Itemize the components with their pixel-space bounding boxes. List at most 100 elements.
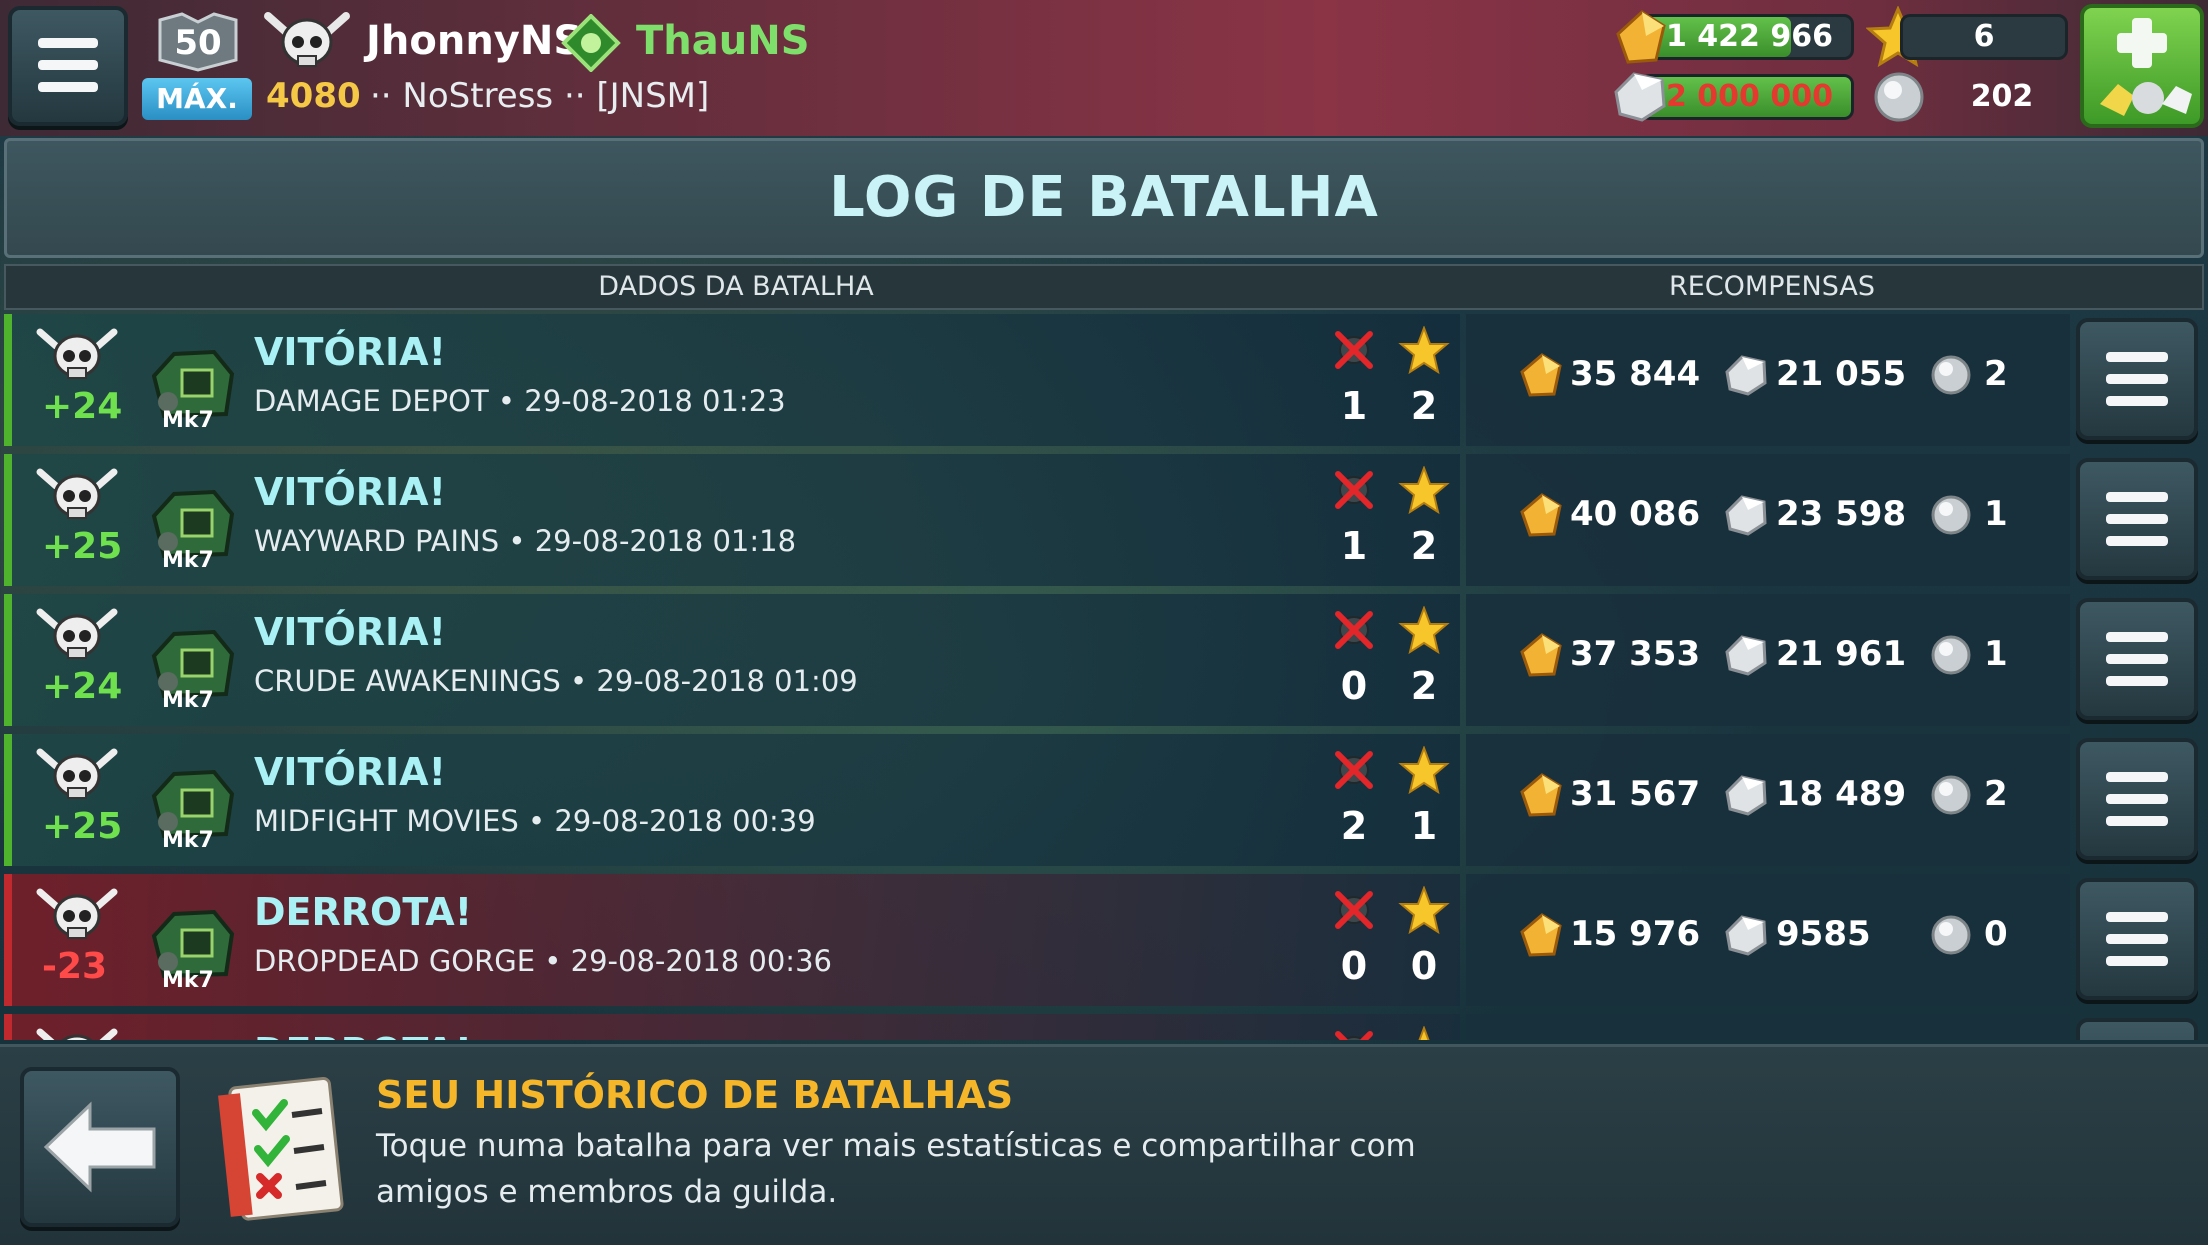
separator-dot: • — [535, 944, 571, 978]
token-icon — [1931, 915, 1971, 955]
trophy-count: 4080 — [266, 76, 361, 116]
battle-data-cell[interactable]: +25 Mk7 VITÓRIA! WAYWARD PAINS • 29-08-2… — [4, 454, 1460, 586]
kill-icon — [1335, 331, 1373, 369]
player-name[interactable]: JhonnyNS — [366, 18, 582, 64]
rewards-cell[interactable]: 15 976 9585 0 — [1466, 874, 2070, 1006]
battle-details-button[interactable] — [2076, 878, 2198, 1000]
rewards-cell[interactable]: 35 844 21 055 2 — [1466, 314, 2070, 446]
battle-row[interactable]: DERROTA! — [4, 1014, 2204, 1040]
column-battle-data: DADOS DA BATALHA — [598, 271, 874, 302]
silver-icon — [1725, 775, 1767, 816]
kill-count: 1 — [1340, 524, 1368, 568]
silver-icon — [1725, 355, 1767, 396]
battle-details-button[interactable] — [2076, 598, 2198, 720]
main-menu-button[interactable] — [8, 6, 128, 126]
gold-icon — [1520, 353, 1562, 397]
battle-details-button[interactable] — [2076, 318, 2198, 440]
plus-shop-icon — [2100, 18, 2192, 116]
gold-icon — [1520, 633, 1562, 677]
back-arrow-icon — [43, 1101, 156, 1193]
reward-tokens: 2 — [1984, 774, 2008, 814]
silver-icon — [1614, 72, 1666, 122]
max-level-label: MÁX. — [142, 78, 252, 120]
trophy-delta: -23 — [42, 946, 108, 987]
reward-gold: 15 976 — [1570, 914, 1701, 954]
skull-trophy-icon — [264, 12, 350, 67]
battle-data-cell[interactable]: DERROTA! — [4, 1014, 1460, 1040]
skull-trophy-icon — [36, 1028, 118, 1040]
robot-mark: Mk7 — [162, 408, 214, 433]
separator-dot: • — [488, 384, 525, 418]
battle-row[interactable]: -23 Mk7 DERROTA! DROPDEAD GORGE • 29-08-… — [4, 874, 2204, 1006]
battle-map-datetime: WAYWARD PAINS • 29-08-2018 01:18 — [254, 524, 796, 558]
battle-data-cell[interactable]: +24 Mk7 VITÓRIA! CRUDE AWAKENINGS • 29-0… — [4, 594, 1460, 726]
kill-icon — [1335, 891, 1373, 929]
star-count: 2 — [1410, 664, 1438, 708]
battle-details-button[interactable] — [2076, 458, 2198, 580]
reward-gold: 40 086 — [1570, 494, 1701, 534]
rewards-cell[interactable]: 40 086 23 598 1 — [1466, 454, 2070, 586]
guild-emblem-icon — [561, 14, 621, 72]
back-button[interactable] — [20, 1067, 180, 1227]
rewards-cell[interactable]: 31 567 18 489 2 — [1466, 734, 2070, 866]
reward-gold: 35 844 — [1570, 354, 1701, 394]
guild-name[interactable]: ThauNS — [636, 18, 810, 64]
token-icon — [1931, 495, 1971, 535]
gold-icon — [1520, 773, 1562, 817]
trophy-delta: +25 — [42, 806, 123, 847]
reward-silver: 9585 — [1776, 914, 1871, 954]
shop-plus-button[interactable] — [2080, 4, 2204, 128]
silver-amount: 2 000 000 — [1665, 79, 1833, 114]
star-count: 2 — [1410, 524, 1438, 568]
battle-data-cell[interactable]: +25 Mk7 VITÓRIA! MIDFIGHT MOVIES • 29-08… — [4, 734, 1460, 866]
battle-details-button[interactable] — [2076, 738, 2198, 860]
star-icon — [1398, 886, 1450, 935]
robot-mark: Mk7 — [162, 968, 214, 993]
battle-map: DAMAGE DEPOT — [254, 384, 489, 418]
separator-dot: • — [499, 524, 535, 558]
battle-map: MIDFIGHT MOVIES — [254, 804, 519, 838]
battle-map-datetime: DAMAGE DEPOT • 29-08-2018 01:23 — [254, 384, 786, 418]
rewards-cell[interactable]: 37 353 21 961 1 — [1466, 594, 2070, 726]
battle-data-cell[interactable]: +24 Mk7 VITÓRIA! DAMAGE DEPOT • 29-08-20… — [4, 314, 1460, 446]
gold-amount: 1 422 966 — [1665, 19, 1833, 54]
battle-row[interactable]: +25 Mk7 VITÓRIA! MIDFIGHT MOVIES • 29-08… — [4, 734, 2204, 866]
battle-details-button[interactable] — [2076, 1018, 2198, 1040]
battle-datetime: 29-08-2018 00:36 — [570, 944, 832, 978]
battle-list[interactable]: +24 Mk7 VITÓRIA! DAMAGE DEPOT • 29-08-20… — [4, 314, 2204, 1040]
battle-row[interactable]: +25 Mk7 VITÓRIA! WAYWARD PAINS • 29-08-2… — [4, 454, 2204, 586]
guild-tag: ·· NoStress ·· [JNSM] — [370, 76, 710, 116]
page-title: LOG DE BATALHA — [4, 138, 2204, 258]
column-rewards: RECOMPENSAS — [1668, 271, 1875, 302]
silver-balance: 2 000 000 — [1640, 74, 1854, 120]
token-icon — [1931, 635, 1971, 675]
level-number: 50 — [174, 23, 221, 63]
star-icon — [1398, 466, 1450, 515]
kill-icon — [1335, 471, 1373, 509]
battle-row[interactable]: +24 Mk7 VITÓRIA! CRUDE AWAKENINGS • 29-0… — [4, 594, 2204, 726]
robot-mark: Mk7 — [162, 828, 214, 853]
kill-count: 2 — [1340, 804, 1368, 848]
trophy-delta: +24 — [42, 666, 123, 707]
token-icon — [1874, 72, 1924, 122]
kill-icon — [1335, 1031, 1373, 1040]
robot-mark: Mk7 — [162, 688, 214, 713]
battle-row[interactable]: +24 Mk7 VITÓRIA! DAMAGE DEPOT • 29-08-20… — [4, 314, 2204, 446]
battle-datetime: 29-08-2018 01:18 — [534, 524, 797, 558]
skull-trophy-icon — [36, 328, 118, 379]
skull-trophy-icon — [36, 608, 118, 659]
token-icon — [1931, 355, 1971, 395]
silver-icon — [1725, 915, 1767, 956]
reward-tokens: 0 — [1984, 914, 2008, 954]
reward-tokens: 1 — [1984, 494, 2008, 534]
silver-icon — [1725, 635, 1767, 676]
battle-map: CRUDE AWAKENINGS — [254, 664, 561, 698]
star-count: 2 — [1410, 384, 1438, 428]
star-icon — [1398, 606, 1450, 655]
star-icon — [1418, 1026, 1430, 1040]
kill-icon — [1335, 751, 1373, 789]
gold-balance: 1 422 966 — [1640, 14, 1854, 60]
rewards-cell[interactable] — [1466, 1014, 2070, 1040]
footer-title: SEU HISTÓRICO DE BATALHAS — [376, 1073, 1014, 1117]
battle-data-cell[interactable]: -23 Mk7 DERROTA! DROPDEAD GORGE • 29-08-… — [4, 874, 1460, 1006]
